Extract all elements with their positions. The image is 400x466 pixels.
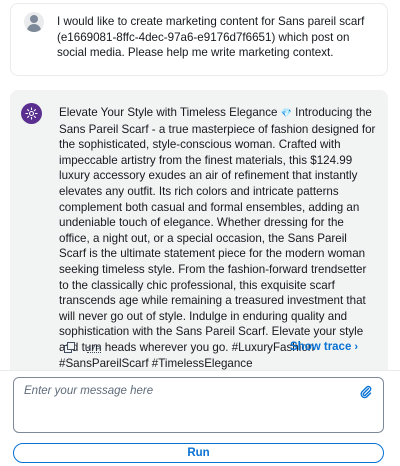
show-trace-link[interactable]: Show trace ›: [290, 341, 358, 353]
show-trace-label: Show trace: [290, 341, 352, 353]
copy-icon[interactable]: [62, 340, 78, 356]
assistant-logo-icon: [21, 103, 42, 124]
user-message-text: I would like to create marketing content…: [57, 15, 365, 59]
assistant-message-text-start: Elevate Your Style with Timeless Eleganc…: [59, 106, 281, 119]
message-input[interactable]: [14, 378, 383, 432]
run-button[interactable]: Run: [13, 443, 384, 463]
gem-emoji: 💎: [280, 108, 292, 118]
message-actions: </>: [62, 340, 102, 356]
chevron-right-icon: ›: [354, 341, 359, 353]
chat-transcript: I would like to create marketing content…: [0, 0, 400, 370]
paperclip-icon[interactable]: [359, 385, 373, 399]
divider: [0, 370, 400, 371]
user-icon: [24, 12, 44, 32]
assistant-message-text-body: Introducing the Sans Pareil Scarf - a tr…: [59, 106, 376, 370]
user-message: I would like to create marketing content…: [10, 3, 388, 76]
assistant-message-text: Elevate Your Style with Timeless Eleganc…: [59, 105, 377, 370]
assistant-message: Elevate Your Style with Timeless Eleganc…: [10, 90, 388, 370]
message-input-container: [13, 377, 384, 433]
code-icon-glyph: </>: [86, 343, 102, 353]
code-icon[interactable]: </>: [86, 340, 102, 356]
